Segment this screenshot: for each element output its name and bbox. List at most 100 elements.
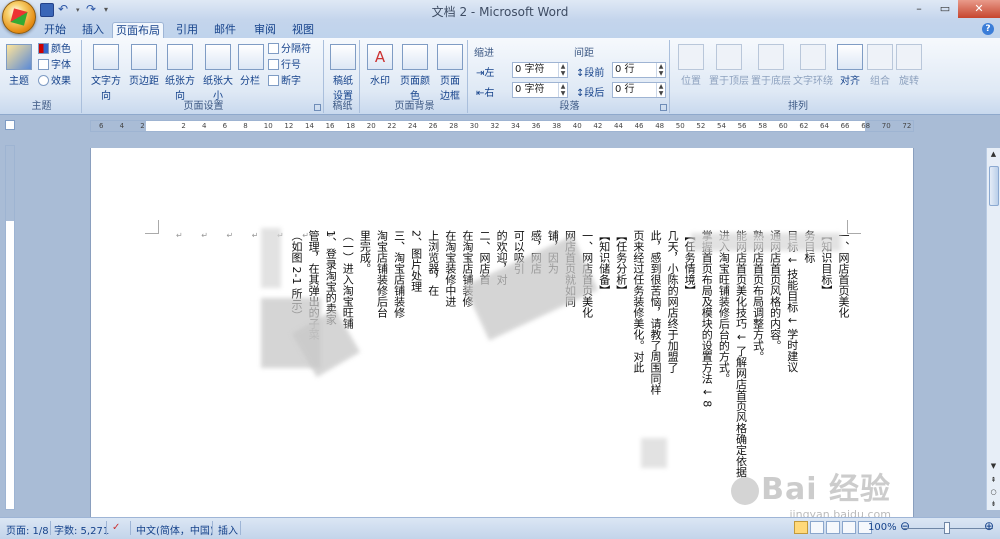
- space-after-value: 0 行: [615, 84, 635, 95]
- zoom-in-button[interactable]: ⊕: [984, 519, 994, 533]
- space-before-input[interactable]: 0 行 ▲ ▼: [612, 62, 666, 78]
- bring-front-button[interactable]: 置于顶层: [708, 44, 750, 87]
- columns-button[interactable]: 分栏: [238, 44, 264, 87]
- text-direction-button[interactable]: 文字方向: [87, 44, 125, 102]
- text-column: 进入淘宝旺铺装修后台的方式。: [717, 230, 731, 384]
- group-page-setup: 文字方向 页边距 纸张方向 纸张大小 分栏 分隔符 行号 断字 页面设置: [84, 40, 324, 113]
- ruler-tick: 58: [758, 122, 768, 130]
- next-page-button[interactable]: ⇟: [988, 499, 999, 510]
- document-page[interactable]: ↵ ↵ ↵ ↵ ↵ ↵ ↵ 一、网店首页美化【知识目标】务目标目标 ↓ 技能目标…: [90, 148, 914, 539]
- ruler-tick: 16: [325, 122, 335, 130]
- insert-mode[interactable]: 插入: [218, 522, 238, 537]
- group-label-page-background: 页面背景: [394, 101, 435, 112]
- theme-colors-button[interactable]: 颜色: [38, 43, 71, 57]
- proofing-icon[interactable]: ✓: [112, 522, 120, 533]
- group-themes: 主题 颜色 字体 效果 主题: [2, 40, 82, 113]
- text-direction-icon: [93, 44, 119, 70]
- zoom-out-button[interactable]: ⊖: [900, 519, 910, 533]
- position-label: 位置: [681, 76, 701, 87]
- maximize-button[interactable]: ▭: [932, 0, 958, 18]
- text-wrap-button[interactable]: 文字环绕: [792, 44, 834, 87]
- line-numbers-label: 行号: [281, 60, 301, 71]
- line-numbers-button[interactable]: 行号: [268, 59, 301, 73]
- text-column: （一）进入淘宝旺铺: [341, 230, 355, 329]
- hyphenation-button[interactable]: 断字: [268, 75, 301, 89]
- close-button[interactable]: ✕: [958, 0, 1000, 18]
- space-before-spinner[interactable]: ▲ ▼: [656, 63, 665, 77]
- language[interactable]: 中文(简体，中国): [136, 522, 214, 537]
- margins-button[interactable]: 页边距: [128, 44, 160, 87]
- page-color-icon: [402, 44, 428, 70]
- group-button[interactable]: 组合: [866, 44, 894, 87]
- breaks-icon: [268, 43, 279, 54]
- watermark-button[interactable]: A 水印: [366, 44, 394, 87]
- tab-view[interactable]: 视图: [286, 22, 320, 38]
- size-button[interactable]: 纸张大小: [200, 44, 236, 102]
- page-color-button[interactable]: 页面颜色: [396, 44, 434, 102]
- zoom-level[interactable]: 100%: [868, 522, 897, 533]
- status-bar: 页面: 1/8 字数: 5,271 ✓ 中文(简体，中国) 插入 100% ⊖ …: [0, 517, 1000, 539]
- obscured-region: [261, 228, 281, 288]
- tab-review[interactable]: 审阅: [248, 22, 282, 38]
- position-button[interactable]: 位置: [676, 44, 706, 87]
- indent-left-spinner[interactable]: ▲ ▼: [558, 63, 567, 77]
- print-layout-button[interactable]: [794, 521, 808, 534]
- align-button[interactable]: 对齐: [836, 44, 864, 87]
- indent-right-spinner[interactable]: ▲ ▼: [558, 83, 567, 97]
- ruler-tick: 60: [778, 122, 788, 130]
- minimize-button[interactable]: –: [906, 0, 932, 18]
- scroll-up-button[interactable]: ▲: [988, 149, 999, 160]
- paragraph-launcher[interactable]: [660, 104, 667, 111]
- help-icon[interactable]: ?: [982, 23, 994, 35]
- text-column: 页来经过任务装修美化。对此: [631, 230, 645, 373]
- tab-mailings[interactable]: 邮件: [208, 22, 242, 38]
- status-separator: [240, 521, 241, 535]
- space-after-spinner[interactable]: ▲ ▼: [656, 83, 665, 97]
- obscured-region: [641, 438, 667, 468]
- space-after-input[interactable]: 0 行 ▲ ▼: [612, 82, 666, 98]
- vertical-scrollbar[interactable]: ▲ ▼ ⇞ ○ ⇟: [986, 148, 1000, 510]
- word-count[interactable]: 字数: 5,271: [54, 522, 109, 537]
- browse-object-button[interactable]: ○: [988, 487, 999, 498]
- theme-colors-label: 颜色: [51, 44, 71, 55]
- orientation-button[interactable]: 纸张方向: [162, 44, 198, 102]
- page-setup-launcher[interactable]: [314, 104, 321, 111]
- office-button[interactable]: [2, 0, 36, 34]
- manuscript-settings-button[interactable]: 稿纸 设置: [329, 44, 357, 102]
- page-count[interactable]: 页面: 1/8: [6, 522, 49, 537]
- ruler-tick: 42: [593, 122, 603, 130]
- zoom-slider-thumb[interactable]: [944, 522, 950, 534]
- web-layout-button[interactable]: [826, 521, 840, 534]
- rotate-button[interactable]: 旋转: [896, 44, 922, 87]
- hyphenation-icon: [268, 75, 279, 86]
- theme-effects-button[interactable]: 效果: [38, 75, 71, 89]
- vertical-ruler[interactable]: [5, 145, 15, 510]
- outline-button[interactable]: [842, 521, 856, 534]
- ruler-toggle-button[interactable]: [5, 120, 15, 130]
- scroll-down-button[interactable]: ▼: [988, 461, 999, 472]
- breaks-button[interactable]: 分隔符: [268, 43, 311, 57]
- themes-button[interactable]: 主题: [6, 44, 32, 87]
- full-screen-reading-button[interactable]: [810, 521, 824, 534]
- prev-page-button[interactable]: ⇞: [988, 475, 999, 486]
- tab-home[interactable]: 开始: [38, 22, 72, 38]
- send-back-button[interactable]: 置于底层: [750, 44, 792, 87]
- indent-left-input[interactable]: 0 字符 ▲ ▼: [512, 62, 568, 78]
- page-borders-button[interactable]: 页面 边框: [436, 44, 464, 102]
- horizontal-ruler[interactable]: 6 4 2 2 4 6 8 10 12 14 16 18 20 22 24 26 28 30 32 34 36 38 40 4…: [90, 120, 914, 132]
- office-logo-icon: [10, 8, 28, 26]
- scroll-thumb[interactable]: [989, 166, 999, 206]
- text-column: 几天，小陈的网店终于加盟了: [666, 230, 680, 373]
- tab-page-layout[interactable]: 页面布局: [112, 22, 164, 38]
- columns-icon: [238, 44, 264, 70]
- tab-references[interactable]: 引用: [170, 22, 204, 38]
- line-numbers-icon: [268, 59, 279, 70]
- group-objects-label: 组合: [870, 76, 890, 87]
- tab-insert[interactable]: 插入: [76, 22, 110, 38]
- indent-right-input[interactable]: 0 字符 ▲ ▼: [512, 82, 568, 98]
- indent-left-value: 0 字符: [515, 64, 545, 75]
- theme-fonts-button[interactable]: 字体: [38, 59, 71, 73]
- ruler-tick: 14: [305, 122, 314, 130]
- window-controls: – ▭ ✕: [906, 0, 1000, 18]
- group-label-arrange: 排列: [788, 101, 808, 112]
